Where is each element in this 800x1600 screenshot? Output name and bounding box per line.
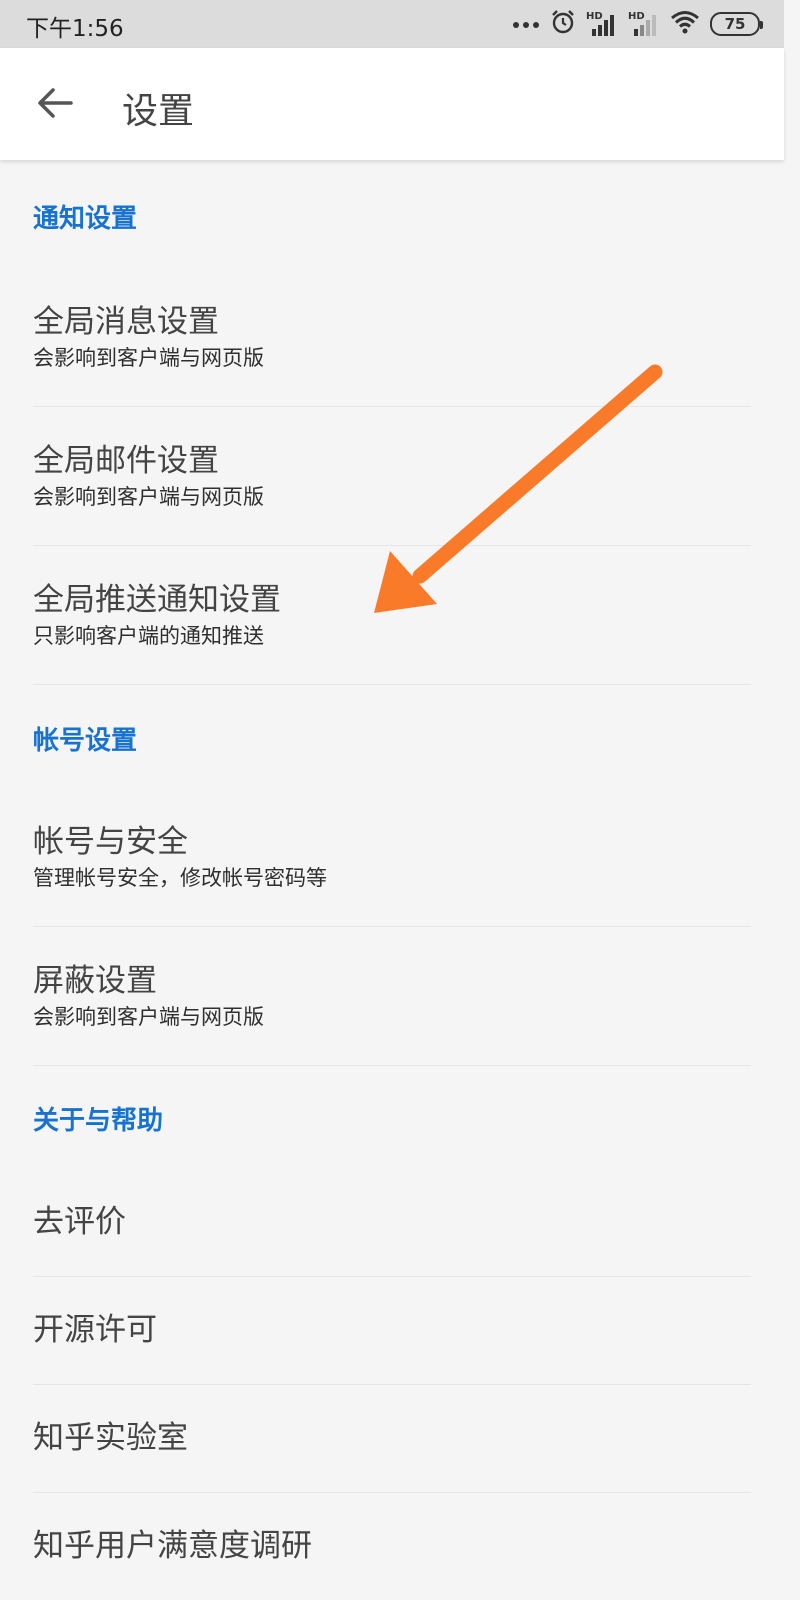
divider bbox=[33, 684, 751, 685]
divider bbox=[33, 926, 751, 927]
setting-item-survey[interactable]: 知乎用户满意度调研 bbox=[33, 1526, 751, 1566]
item-subtitle: 会影响到客户端与网页版 bbox=[33, 346, 264, 370]
divider bbox=[33, 1384, 751, 1385]
setting-item-block[interactable]: 屏蔽设置 会影响到客户端与网页版 bbox=[33, 961, 751, 1031]
setting-item-open-source[interactable]: 开源许可 bbox=[33, 1310, 751, 1350]
item-subtitle: 只影响客户端的通知推送 bbox=[33, 624, 264, 648]
setting-item-account-security[interactable]: 帐号与安全 管理帐号安全，修改帐号密码等 bbox=[33, 822, 751, 892]
section-header-account: 帐号设置 bbox=[33, 726, 138, 756]
app-bar: 设置 bbox=[0, 48, 784, 160]
item-title: 全局消息设置 bbox=[33, 304, 219, 340]
status-time: 下午1:56 bbox=[26, 16, 124, 42]
divider bbox=[33, 545, 751, 546]
item-title: 全局推送通知设置 bbox=[33, 582, 281, 618]
page-title: 设置 bbox=[122, 91, 195, 132]
section-header-about: 关于与帮助 bbox=[33, 1106, 164, 1136]
battery-icon: 75 bbox=[710, 12, 763, 36]
setting-item-lab[interactable]: 知乎实验室 bbox=[33, 1418, 751, 1458]
section-header-notify: 通知设置 bbox=[33, 204, 138, 234]
back-arrow-icon bbox=[37, 87, 73, 123]
setting-item-rate[interactable]: 去评价 bbox=[33, 1202, 751, 1242]
item-title: 帐号与安全 bbox=[33, 824, 188, 860]
setting-item-global-push[interactable]: 全局推送通知设置 只影响客户端的通知推送 bbox=[33, 580, 751, 650]
divider bbox=[33, 1492, 751, 1493]
more-dots-icon bbox=[512, 15, 540, 34]
item-title: 屏蔽设置 bbox=[33, 963, 157, 999]
item-subtitle: 管理帐号安全，修改帐号密码等 bbox=[33, 866, 327, 890]
hd-label-2: HD bbox=[628, 11, 645, 22]
wifi-icon bbox=[670, 10, 700, 38]
status-bar: 下午1:56 HD HD 75 bbox=[0, 0, 784, 48]
item-subtitle: 会影响到客户端与网页版 bbox=[33, 485, 264, 509]
item-title: 去评价 bbox=[33, 1204, 126, 1240]
setting-item-global-message[interactable]: 全局消息设置 会影响到客户端与网页版 bbox=[33, 302, 751, 372]
item-subtitle: 会影响到客户端与网页版 bbox=[33, 1005, 264, 1029]
divider bbox=[33, 406, 751, 407]
item-title: 全局邮件设置 bbox=[33, 443, 219, 479]
item-title: 知乎用户满意度调研 bbox=[33, 1528, 312, 1564]
alarm-icon bbox=[550, 9, 576, 39]
item-title: 开源许可 bbox=[33, 1312, 157, 1348]
divider bbox=[33, 1065, 751, 1066]
hd-label-1: HD bbox=[586, 11, 603, 22]
divider bbox=[33, 1276, 751, 1277]
signal-hd-icon-2: HD bbox=[628, 11, 660, 37]
status-icons: HD HD 75 bbox=[512, 8, 763, 40]
setting-item-global-mail[interactable]: 全局邮件设置 会影响到客户端与网页版 bbox=[33, 441, 751, 511]
item-title: 知乎实验室 bbox=[33, 1420, 188, 1456]
back-button[interactable] bbox=[24, 74, 86, 136]
signal-hd-icon-1: HD bbox=[586, 11, 618, 37]
